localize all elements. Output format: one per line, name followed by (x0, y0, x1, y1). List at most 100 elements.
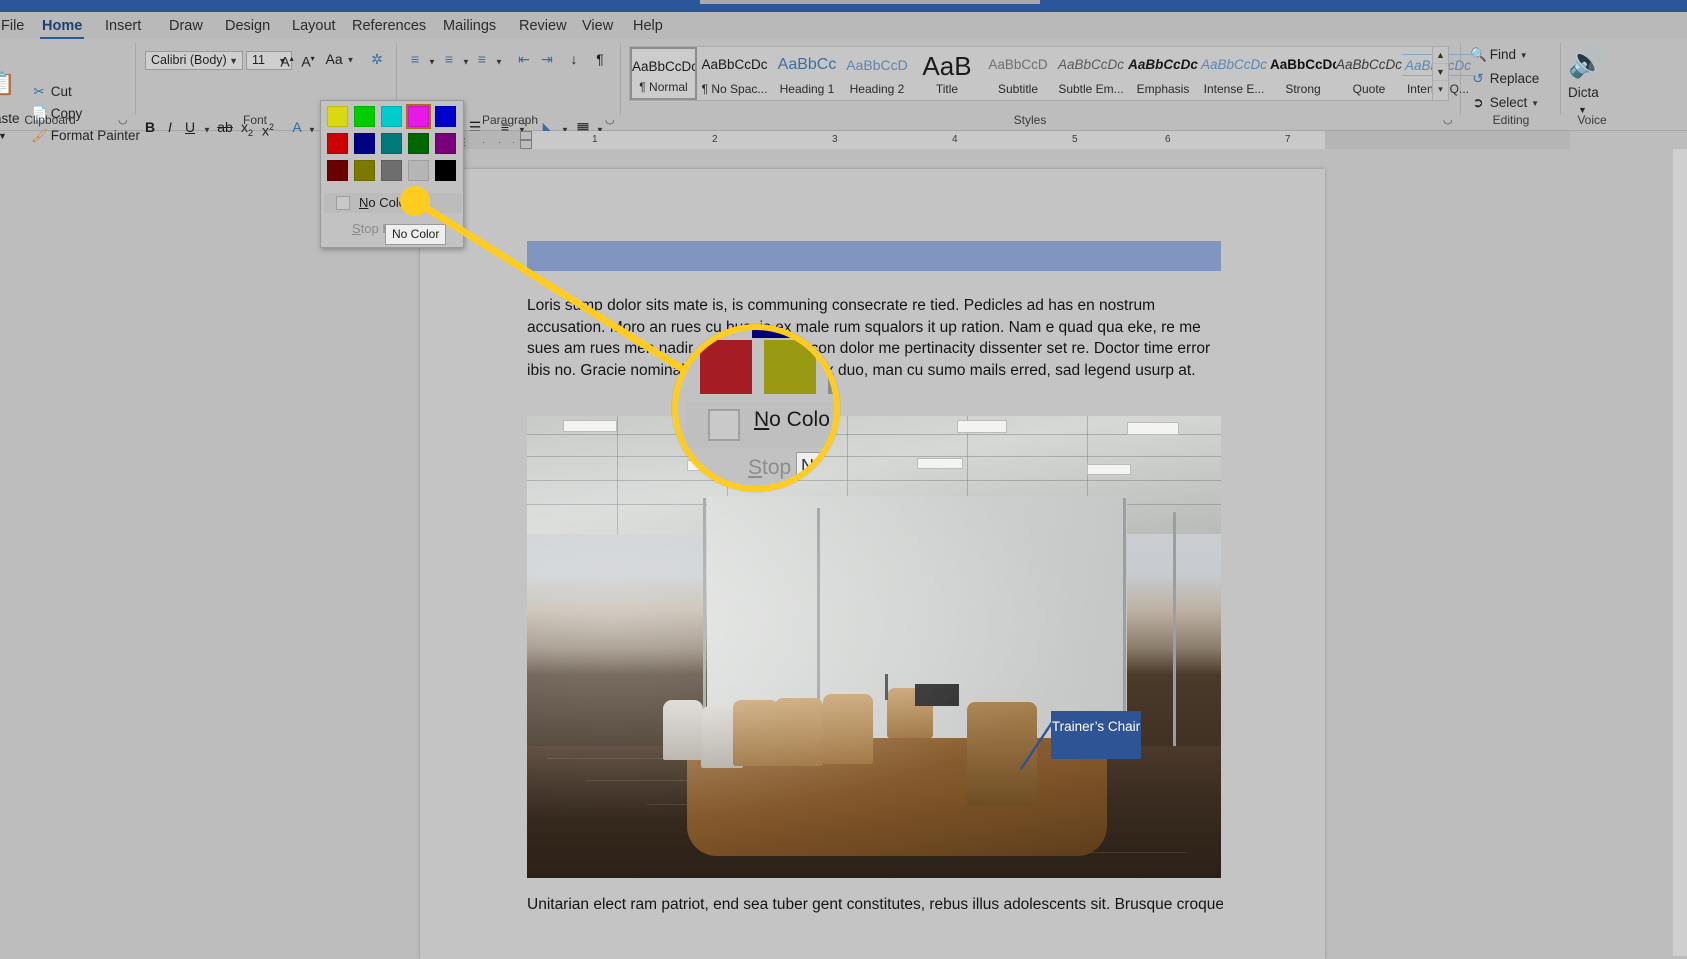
styles-scroll-down-icon[interactable]: ▼ (1433, 64, 1448, 81)
swatch-violet[interactable] (435, 133, 456, 154)
style-preview: AaBbCcDc (1128, 57, 1198, 72)
chevron-down-icon[interactable]: ▼ (229, 53, 238, 70)
document-canvas[interactable]: Loris sump dolor sits mate is, is commun… (0, 149, 1687, 959)
dictate-button[interactable]: Dicta (1568, 85, 1599, 100)
cut-button[interactable]: ✂ Cut (31, 84, 71, 100)
image-callout-trainers-chair[interactable]: Trainer’s Chair (1051, 711, 1141, 759)
increase-indent-button[interactable]: ⇥ (535, 49, 559, 71)
style-preview: AaBbCcDc (1336, 57, 1402, 72)
tab-home[interactable]: Home (33, 15, 91, 39)
document-page[interactable]: Loris sump dolor sits mate is, is commun… (420, 169, 1325, 959)
chevron-down-icon[interactable]: ▼ (1531, 99, 1539, 108)
document-image-conference-room[interactable]: Trainer’s Chair (527, 416, 1221, 878)
style-item-normal[interactable]: AaBbCcDc ¶ Normal (630, 47, 697, 100)
clear-formatting-button[interactable]: ✲ (365, 49, 389, 71)
quick-access-toolbar[interactable] (40, 0, 460, 10)
tab-references[interactable]: References (343, 15, 435, 39)
swatch-green[interactable] (408, 133, 429, 154)
styles-dialog-launcher[interactable]: ◡ (1443, 113, 1453, 126)
styles-scroll-up-icon[interactable]: ▲ (1433, 47, 1448, 64)
tab-design[interactable]: Design (216, 15, 279, 39)
style-name: Subtle Em... (1058, 82, 1124, 96)
paste-icon[interactable]: 📋 (0, 71, 15, 97)
swatch-red[interactable] (327, 133, 348, 154)
italic-button[interactable]: I (160, 117, 180, 139)
style-item-quote[interactable]: AaBbCcDc Quote (1336, 47, 1402, 100)
style-item-heading-1[interactable]: AaBbCc Heading 1 (772, 47, 842, 100)
style-item-heading-2[interactable]: AaBbCcD Heading 2 (842, 47, 912, 100)
font-name-value: Calibri (Body) (151, 53, 227, 67)
tab-mailings[interactable]: Mailings (434, 15, 505, 39)
no-color-menu-item[interactable]: No Color (324, 193, 462, 213)
tab-label: Draw (169, 18, 203, 34)
swatch-pink[interactable] (406, 104, 431, 129)
horizontal-ruler[interactable]: ⋮ · · · 1 2 3 4 5 6 7 (420, 131, 1325, 149)
no-color-accel: N (359, 195, 369, 210)
highlight-color-grid[interactable] (327, 104, 459, 186)
first-line-indent-marker[interactable] (520, 131, 532, 140)
clipboard-dialog-launcher[interactable]: ◡ (118, 113, 128, 126)
multilevel-list-button[interactable]: ≡ (471, 49, 493, 71)
style-item-emphasis[interactable]: AaBbCcDc Emphasis (1128, 47, 1198, 100)
swatch-gray-50[interactable] (381, 160, 402, 181)
chevron-down-icon[interactable]: ▼ (347, 55, 355, 64)
swatch-dark-blue[interactable] (354, 133, 375, 154)
styles-gallery[interactable]: AaBbCcDc ¶ Normal AaBbCcDc ¶ No Spac... … (629, 46, 1474, 101)
tab-help[interactable]: Help (624, 15, 672, 39)
hanging-indent-marker[interactable] (520, 140, 532, 149)
tab-layout[interactable]: Layout (283, 15, 345, 39)
style-item-title[interactable]: AaB Title (912, 47, 982, 100)
sort-button[interactable]: ↓ (562, 49, 586, 71)
tab-label: References (352, 18, 427, 34)
select-button[interactable]: ➲ Select ▼ (1470, 95, 1539, 111)
paste-chevron-down-icon[interactable]: ▼ (0, 131, 7, 141)
find-button[interactable]: 🔍 Find ▼ (1470, 47, 1528, 63)
group-label-editing: Editing (1466, 113, 1556, 127)
font-name-combo[interactable]: Calibri (Body) ▼ (145, 51, 243, 70)
swatch-teal[interactable] (381, 133, 402, 154)
dictate-icon[interactable]: 🔊 (1568, 45, 1605, 80)
style-item-intense-emphasis[interactable]: AaBbCcDc Intense E... (1198, 47, 1270, 100)
vertical-scrollbar[interactable] (1673, 149, 1687, 956)
tab-label: Help (633, 18, 663, 34)
tab-insert[interactable]: Insert (96, 15, 150, 39)
style-preview: AaBbCcD (846, 57, 908, 73)
underline-button[interactable]: U (180, 117, 200, 139)
shrink-font-button[interactable]: A▾ (297, 49, 319, 71)
swatch-yellow[interactable] (327, 106, 348, 127)
style-item-no-spacing[interactable]: AaBbCcDc ¶ No Spac... (697, 47, 772, 100)
replace-button[interactable]: ↺ Replace (1470, 71, 1539, 87)
style-item-subtle-emphasis[interactable]: AaBbCcDc Subtle Em... (1054, 47, 1128, 100)
change-case-button[interactable]: Aa ▼ (325, 49, 355, 71)
swatch-dark-red[interactable] (327, 160, 348, 181)
numbering-button[interactable]: ≡ (438, 49, 460, 71)
tab-draw[interactable]: Draw (160, 15, 212, 39)
document-paragraph-1[interactable]: Loris sump dolor sits mate is, is commun… (527, 295, 1223, 381)
show-formatting-marks-button[interactable]: ¶ (588, 49, 612, 71)
tab-review[interactable]: Review (510, 15, 576, 39)
decrease-indent-button[interactable]: ⇤ (512, 49, 536, 71)
multilevel-chevron-down-icon[interactable]: ▼ (492, 51, 506, 73)
swatch-gray-25[interactable] (408, 160, 429, 181)
styles-gallery-scrollbar[interactable]: ▲ ▼ ▾ (1432, 46, 1449, 101)
bullets-button[interactable]: ≡ (404, 49, 426, 71)
swatch-bright-green[interactable] (354, 106, 375, 127)
grow-font-button[interactable]: A▴ (276, 49, 298, 71)
callout-leader-line (1020, 720, 1054, 770)
style-item-strong[interactable]: AaBbCcDc Strong (1270, 47, 1336, 100)
swatch-black[interactable] (435, 160, 456, 181)
chevron-down-icon[interactable]: ▼ (1520, 51, 1528, 60)
tab-view[interactable]: View (573, 15, 622, 39)
swatch-blue[interactable] (435, 106, 456, 127)
format-painter-button[interactable]: 🖌 Format Painter (31, 128, 140, 144)
styles-more-icon[interactable]: ▾ (1433, 81, 1448, 98)
swatch-turquoise[interactable] (381, 106, 402, 127)
swatch-dark-yellow[interactable] (354, 160, 375, 181)
paragraph-dialog-launcher[interactable]: ◡ (605, 113, 615, 126)
replace-label: Replace (1489, 71, 1540, 86)
document-paragraph-2[interactable]: Unitarian elect ram patriot, end sea tub… (527, 894, 1223, 916)
style-item-subtitle[interactable]: AaBbCcD Subtitle (982, 47, 1054, 100)
bold-button[interactable]: B (140, 117, 160, 139)
bullets-chevron-down-icon[interactable]: ▼ (425, 51, 439, 73)
tab-file[interactable]: File (0, 15, 33, 39)
